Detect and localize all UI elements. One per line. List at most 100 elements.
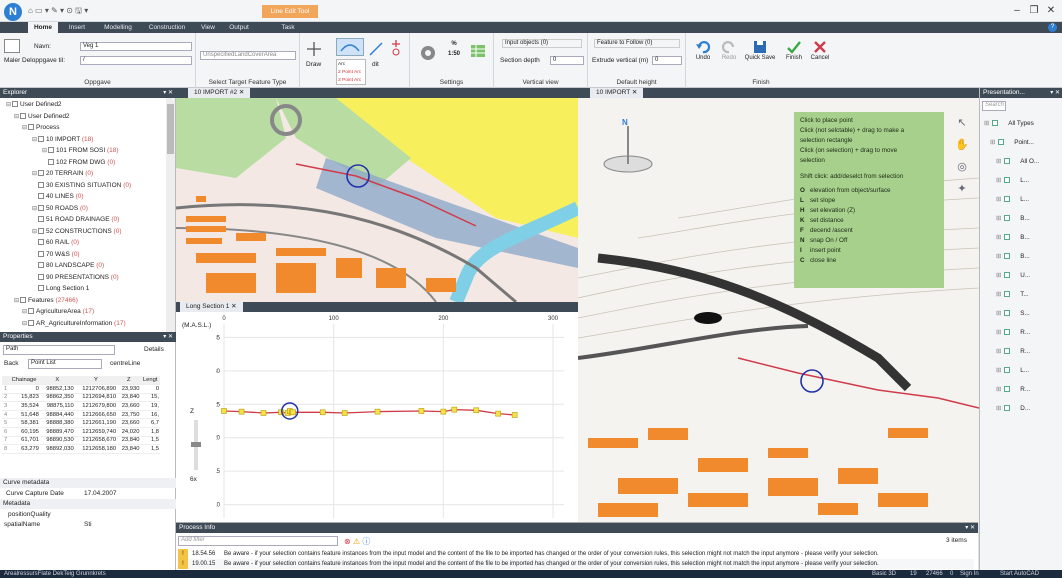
help-icon[interactable]: ? <box>1048 23 1057 32</box>
selected-object-select[interactable]: Path <box>3 345 115 355</box>
back-button[interactable]: Back <box>4 360 18 367</box>
presentation-item[interactable]: ⊞ L... <box>984 194 1060 206</box>
tab-task[interactable]: Task <box>276 22 300 33</box>
arc-option[interactable]: 2 Point Arc <box>338 69 364 77</box>
view2d-tab[interactable]: 10 IMPORT #2 ✕ <box>188 88 251 98</box>
tree-item[interactable]: ⊟ 20 TERRAIN (0) <box>32 170 93 177</box>
orbit-icon[interactable]: ◎ <box>954 156 970 178</box>
info-filter-icon[interactable]: ⓘ <box>362 537 370 546</box>
scale-button[interactable]: 1:50 <box>444 51 464 57</box>
expand-icon[interactable]: ⊞ <box>996 158 1001 165</box>
tab-home[interactable]: Home <box>28 22 58 33</box>
long-section-chart[interactable]: 3530252015100100200300 <box>216 312 576 522</box>
presentation-item[interactable]: ⊞ All O... <box>984 156 1060 168</box>
visibility-checkbox[interactable] <box>998 139 1005 145</box>
app-logo-icon[interactable]: N <box>4 3 22 21</box>
presentation-item[interactable]: ⊞ R... <box>984 346 1060 358</box>
presentation-item[interactable]: ⊞ T... <box>984 289 1060 301</box>
pan-hand-icon[interactable]: ✋ <box>954 134 970 156</box>
tab-output[interactable]: Output <box>224 22 254 33</box>
extrude-input[interactable]: 0 <box>652 56 682 65</box>
visibility-checkbox[interactable] <box>1004 158 1011 164</box>
presentation-item[interactable]: ⊞ D... <box>984 403 1060 415</box>
sign-in-button[interactable]: Sign In <box>960 570 979 578</box>
tree-item[interactable]: ⊟ 50 ROADS (0) <box>32 204 88 212</box>
tab-modelling[interactable]: Modelling <box>96 22 140 33</box>
zoom-extent-icon[interactable]: ✦ <box>954 178 970 200</box>
filter-icons[interactable]: ⊗ ⚠ ⓘ <box>344 536 370 547</box>
tree-item[interactable]: ⊟ User Defined2 <box>14 112 70 120</box>
table-row[interactable]: 7 61,701 98890,530 1212658,670 23,840 1,5 <box>2 436 160 446</box>
arc-options-menu[interactable]: Arc 2 Point Arc 3 Point Arc <box>336 59 366 85</box>
visibility-checkbox[interactable] <box>1004 196 1011 202</box>
pointer-icon[interactable]: ↖ <box>954 112 970 134</box>
tree-item[interactable]: 102 FROM DWG (0) <box>42 158 115 166</box>
expand-icon[interactable]: ⊞ <box>996 215 1001 222</box>
expand-icon[interactable]: ⊞ <box>996 348 1001 355</box>
expand-icon[interactable]: ⊞ <box>996 272 1001 279</box>
presentation-item[interactable]: ⊞ B... <box>984 232 1060 244</box>
tree-item[interactable]: 60 RAIL (0) <box>32 239 79 246</box>
tree-item[interactable]: 40 LINES (0) <box>32 193 84 200</box>
expand-icon[interactable]: ⊞ <box>996 196 1001 203</box>
expand-icon[interactable]: ⊞ <box>996 177 1001 184</box>
visibility-checkbox[interactable] <box>1004 272 1011 278</box>
maximize-button[interactable]: ❐ <box>1027 4 1041 18</box>
expand-icon[interactable]: ⊞ <box>996 234 1001 241</box>
tree-item[interactable]: ⊟ Features (27466) <box>14 296 78 304</box>
visibility-checkbox[interactable] <box>1004 177 1011 183</box>
filter-input[interactable]: Add filter <box>178 536 338 546</box>
presentation-item[interactable]: ⊞ S... <box>984 308 1060 320</box>
tree-item[interactable]: 70 W&S (0) <box>32 250 80 258</box>
longsection-tab[interactable]: Long Section 1 ✕ <box>180 302 243 312</box>
presentation-item[interactable]: ⊞ B... <box>984 251 1060 263</box>
close-button[interactable]: ✕ <box>1044 4 1058 18</box>
input-objects-button[interactable]: Input objects (0) <box>502 39 582 48</box>
finish-button[interactable]: Finish <box>782 39 806 61</box>
details-button[interactable]: Details <box>144 346 164 353</box>
column-header[interactable]: Lengt <box>140 376 160 386</box>
presentation-item[interactable]: ⊞ Point... <box>984 137 1060 149</box>
tree-item[interactable]: 80 LANDSCAPE (0) <box>32 262 104 269</box>
tree-item[interactable]: ⊟ 10 IMPORT (18) <box>32 135 93 143</box>
move-point-icon[interactable] <box>388 39 404 57</box>
tree-item[interactable]: ⊟ 52 CONSTRUCTIONS (0) <box>32 227 122 235</box>
list-mode-select[interactable]: Point List <box>28 359 102 369</box>
column-header[interactable]: Y <box>74 376 118 386</box>
column-header[interactable]: Z <box>117 376 141 386</box>
feature-follow-button[interactable]: Feature to Follow (0) <box>594 39 680 48</box>
warning-filter-icon[interactable]: ⚠ <box>353 537 360 546</box>
expand-icon[interactable]: ⊞ <box>996 310 1001 317</box>
visibility-checkbox[interactable] <box>1004 405 1011 411</box>
presentation-item[interactable]: ⊞ R... <box>984 384 1060 396</box>
view3d-tab[interactable]: 10 IMPORT ✕ <box>590 88 644 98</box>
map-2d-view[interactable] <box>176 98 578 302</box>
minimize-button[interactable]: – <box>1010 4 1024 18</box>
tree-item[interactable]: ⊟ Process <box>22 124 59 131</box>
presentation-item[interactable]: ⊞ All Types <box>984 118 1060 130</box>
tree-item[interactable]: 51 ROAD DRAINAGE (0) <box>32 216 119 223</box>
arc-option[interactable]: Arc <box>338 61 364 69</box>
presentation-item[interactable]: ⊞ U... <box>984 270 1060 282</box>
task-icon[interactable] <box>4 39 20 53</box>
arc-option[interactable]: 3 Point Arc <box>338 77 364 85</box>
visibility-checkbox[interactable] <box>1004 253 1011 259</box>
process-row[interactable]: ! 19.00.15 Be aware - if your selection co… <box>178 559 974 569</box>
line-tool-icon[interactable] <box>368 41 384 57</box>
quick-save-button[interactable]: Quick Save <box>744 39 776 61</box>
panel-controls[interactable]: ▾ ✕ <box>1050 88 1060 98</box>
visibility-checkbox[interactable] <box>992 120 999 126</box>
presentation-item[interactable]: ⊞ L... <box>984 365 1060 377</box>
visibility-checkbox[interactable] <box>1004 329 1011 335</box>
column-header[interactable]: Chainage <box>8 376 40 386</box>
table-row[interactable]: 5 58,381 98888,380 1212661,190 23,660 6,7 <box>2 418 160 429</box>
target-feature-select[interactable]: UnspecifiedLandCoverArea <box>200 51 296 60</box>
tree-item[interactable]: 30 EXISTING SITUATION (0) <box>32 181 131 189</box>
column-header[interactable]: X <box>39 376 75 386</box>
explorer-scrollbar[interactable] <box>166 98 175 332</box>
undo-button[interactable]: Undo <box>692 39 714 61</box>
table-row[interactable]: 3 35,524 98875,110 1212679,800 23,660 19, <box>2 401 160 411</box>
tab-construction[interactable]: Construction <box>142 22 192 33</box>
expand-icon[interactable]: ⊞ <box>996 367 1001 374</box>
visibility-checkbox[interactable] <box>1004 215 1011 221</box>
